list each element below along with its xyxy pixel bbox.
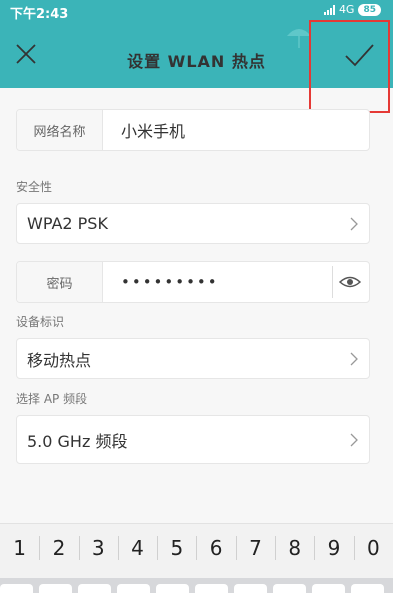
page-title: 设置 WLAN 热点 (127, 52, 266, 71)
key[interactable] (0, 584, 33, 593)
password-field[interactable]: 密码 ••••••••• (16, 261, 370, 303)
key-digit[interactable]: 5 (157, 524, 196, 572)
device-id-value: 移动热点 (27, 350, 92, 370)
ap-band-value: 5.0 GHz 频段 (27, 431, 128, 451)
key-digit[interactable]: 6 (196, 524, 235, 572)
status-indicators: 4G 85 (323, 3, 381, 16)
signal-icon (323, 4, 335, 15)
key[interactable] (78, 584, 111, 593)
key-digit[interactable]: 2 (39, 524, 78, 572)
key[interactable] (312, 584, 345, 593)
battery-icon: 85 (358, 3, 381, 16)
network-name-input[interactable]: 小米手机 (121, 110, 185, 150)
security-value: WPA2 PSK (27, 214, 108, 233)
device-id-select[interactable]: 移动热点 (16, 338, 370, 379)
divider (332, 266, 333, 298)
security-select[interactable]: WPA2 PSK (16, 203, 370, 244)
confirm-button[interactable] (340, 36, 378, 74)
letter-key-row (0, 578, 393, 593)
key[interactable] (39, 584, 72, 593)
key-digit[interactable]: 1 (0, 524, 39, 572)
password-label: 密码 (17, 262, 103, 302)
network-type: 4G (338, 3, 355, 16)
key[interactable] (156, 584, 189, 593)
key-digit[interactable]: 8 (275, 524, 314, 572)
network-name-label: 网络名称 (17, 110, 103, 150)
ap-band-label: 选择 AP 频段 (16, 392, 88, 406)
status-time: 下午2:43 (10, 7, 69, 22)
check-icon (345, 44, 374, 67)
keyboard: 1 2 3 4 5 6 7 8 9 0 (0, 523, 393, 593)
device-id-label: 设备标识 (16, 315, 65, 329)
security-label: 安全性 (16, 180, 53, 194)
chevron-right-icon (350, 433, 358, 446)
password-input[interactable]: ••••••••• (121, 262, 219, 302)
key[interactable] (273, 584, 306, 593)
key[interactable] (351, 584, 384, 593)
ap-band-select[interactable]: 5.0 GHz 频段 (16, 415, 370, 464)
key-digit[interactable]: 0 (353, 524, 393, 572)
title-bar: 设置 WLAN 热点 (0, 22, 393, 88)
key-digit[interactable]: 9 (314, 524, 353, 572)
chevron-right-icon (350, 352, 358, 365)
network-name-field[interactable]: 网络名称 小米手机 (16, 109, 370, 151)
key-digit[interactable]: 3 (78, 524, 118, 572)
key[interactable] (195, 584, 228, 593)
eye-icon[interactable] (339, 273, 361, 291)
key[interactable] (234, 584, 267, 593)
key-digit[interactable]: 7 (235, 524, 275, 572)
status-bar: 下午2:43 4G 85 (0, 0, 393, 22)
key[interactable] (117, 584, 150, 593)
digit-row: 1 2 3 4 5 6 7 8 9 0 (0, 524, 393, 572)
key-digit[interactable]: 4 (117, 524, 157, 572)
chevron-right-icon (350, 217, 358, 230)
